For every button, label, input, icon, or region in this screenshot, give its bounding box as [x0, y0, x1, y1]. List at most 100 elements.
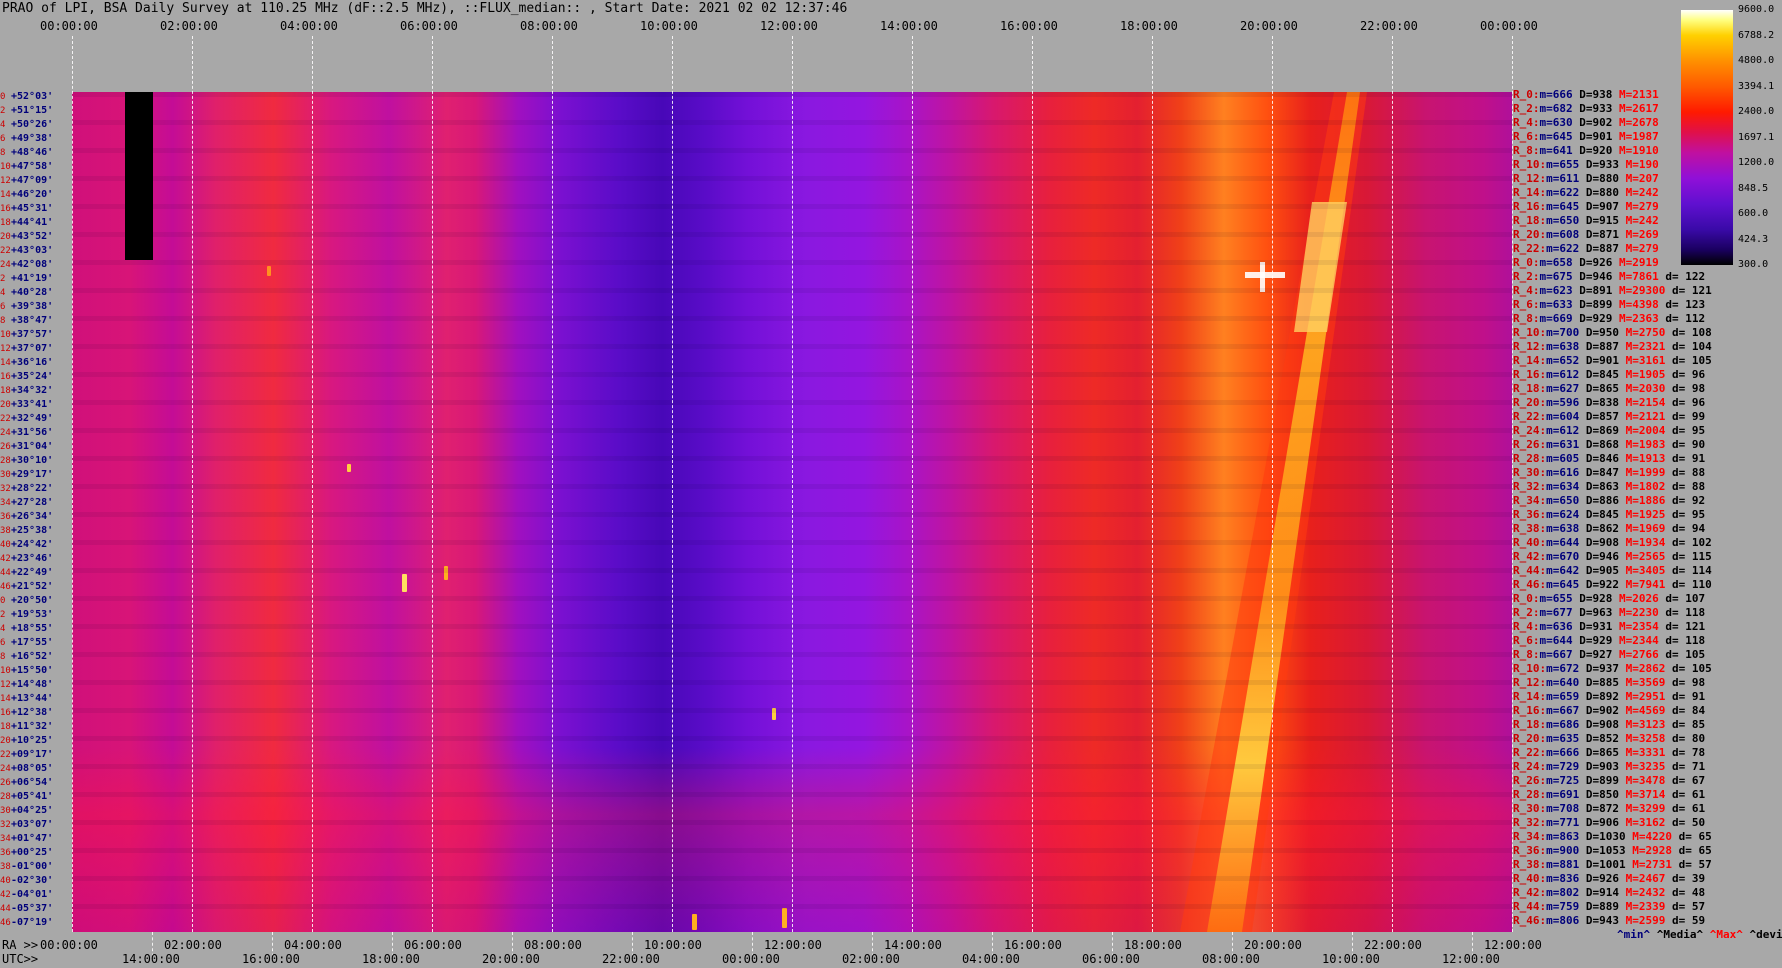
stat-row: R_10:m=700 D=950 M=2750 d= 108: [1513, 326, 1712, 340]
stat-row-name: R_2:: [1513, 606, 1540, 619]
stat-row-name: R_46:: [1513, 914, 1547, 927]
stat-min: m=806: [1546, 914, 1586, 927]
declination-value: +32°49': [11, 413, 54, 424]
stat-min: m=616: [1546, 466, 1586, 479]
declination-index: 44: [0, 904, 11, 914]
stat-min: m=627: [1546, 382, 1586, 395]
stat-row-name: R_12:: [1513, 340, 1547, 353]
stat-row-name: R_4:: [1513, 620, 1540, 633]
stat-devia: d= 61: [1671, 788, 1706, 801]
stat-max: M=4569: [1625, 704, 1672, 717]
bright-spot: [782, 908, 787, 928]
declination-value: +16°52': [11, 651, 54, 662]
declination-index: 34: [0, 498, 11, 508]
stat-median: D=891: [1579, 284, 1619, 297]
stat-devia: d= 98: [1671, 676, 1706, 689]
stat-devia: d= 107: [1665, 592, 1706, 605]
colorbar-tick: 848.5: [1738, 182, 1769, 194]
stats-legend: ^min^ ^Media^ ^Max^ ^devia^: [1617, 928, 1782, 941]
stat-row-name: R_28:: [1513, 788, 1547, 801]
stat-max: M=1802: [1625, 480, 1672, 493]
stat-row: R_20:m=635 D=852 M=3258 d= 80: [1513, 732, 1705, 746]
stat-row: R_42:m=670 D=946 M=2565 d= 115: [1513, 550, 1712, 564]
declination-index: 28: [0, 456, 11, 466]
stat-row-name: R_44:: [1513, 564, 1547, 577]
declination-index: 14: [0, 190, 11, 200]
stat-devia: d= 57: [1678, 858, 1712, 871]
gridline: [552, 36, 553, 932]
utc-axis-tick: 12:00:00: [1442, 952, 1500, 966]
declination-index: 24: [0, 764, 11, 774]
stat-row-name: R_24:: [1513, 424, 1547, 437]
stat-row: R_22:m=622 D=887 M=279: [1513, 242, 1659, 256]
stat-row-name: R_42:: [1513, 550, 1547, 563]
stat-row-name: R_36:: [1513, 844, 1547, 857]
stat-min: m=682: [1539, 102, 1580, 115]
stat-median: D=850: [1585, 788, 1626, 801]
declination-value: +25°38': [11, 525, 54, 536]
stat-row-name: R_30:: [1513, 466, 1547, 479]
utc-axis-tick: 02:00:00: [842, 952, 900, 966]
stat-median: D=862: [1585, 522, 1626, 535]
stat-median: D=906: [1585, 816, 1626, 829]
stat-min: m=655: [1546, 158, 1586, 171]
ra-axis-label: RA >>: [2, 938, 39, 952]
declination-label: 8 +38°47': [0, 314, 53, 328]
declination-label: 6 +49°38': [0, 132, 53, 146]
stat-row: R_26:m=725 D=899 M=3478 d= 67: [1513, 774, 1705, 788]
stat-row: R_8:m=667 D=927 M=2766 d= 105: [1513, 648, 1705, 662]
declination-label: 40-02°30': [0, 874, 53, 888]
utc-axis-tick: 06:00:00: [1082, 952, 1140, 966]
declination-index: 4: [0, 288, 6, 298]
stat-devia: d= 98: [1671, 382, 1706, 395]
stat-median: D=937: [1585, 662, 1626, 675]
bright-spot: [402, 574, 407, 592]
stat-max: M=3161: [1625, 354, 1672, 367]
stat-max: M=2131: [1619, 88, 1659, 101]
declination-label: 12+47°09': [0, 174, 53, 188]
declination-value: +39°38': [11, 301, 54, 312]
stat-min: m=802: [1546, 886, 1586, 899]
stat-row: R_26:m=631 D=868 M=1983 d= 90: [1513, 438, 1705, 452]
stat-median: D=931: [1579, 620, 1619, 633]
utc-axis-tick: 04:00:00: [962, 952, 1020, 966]
stat-median: D=846: [1585, 452, 1626, 465]
stat-median: D=868: [1585, 438, 1626, 451]
stat-max: M=2928: [1632, 844, 1679, 857]
declination-label: 14+46°20': [0, 188, 53, 202]
top-axis-tick: 00:00:00: [1480, 19, 1538, 33]
stat-max: M=2121: [1625, 410, 1672, 423]
stat-row-name: R_36:: [1513, 508, 1547, 521]
stat-min: m=631: [1546, 438, 1586, 451]
stat-min: m=604: [1546, 410, 1586, 423]
stat-median: D=902: [1585, 704, 1626, 717]
stat-devia: d= 96: [1671, 396, 1706, 409]
stat-median: D=865: [1585, 382, 1626, 395]
stat-row: R_4:m=623 D=891 M=29300 d= 121: [1513, 284, 1712, 298]
gridline: [432, 36, 433, 932]
gridline: [912, 36, 913, 932]
stat-devia: d= 99: [1671, 410, 1706, 423]
stat-median: D=1053: [1585, 844, 1633, 857]
stat-min: m=672: [1546, 662, 1586, 675]
declination-label: 18+44°41': [0, 216, 53, 230]
declination-label: 40+24°42': [0, 538, 53, 552]
declination-label: 38+25°38': [0, 524, 53, 538]
stat-devia: d= 104: [1671, 340, 1712, 353]
top-axis-tick: 06:00:00: [400, 19, 458, 33]
stat-median: D=903: [1585, 760, 1626, 773]
stat-max: M=2154: [1625, 396, 1672, 409]
utc-axis-label: UTC>>: [2, 952, 39, 966]
legend-min: ^min^: [1617, 928, 1651, 941]
stat-row-name: R_40:: [1513, 536, 1547, 549]
bright-spot: [267, 266, 271, 276]
stat-max: M=2862: [1625, 662, 1672, 675]
legend-max: ^Max^: [1709, 928, 1743, 941]
top-axis-tick: 08:00:00: [520, 19, 578, 33]
colorbar-tick: 3394.1: [1738, 80, 1775, 92]
stat-min: m=638: [1546, 340, 1586, 353]
declination-index: 6: [0, 134, 6, 144]
declination-index: 10: [0, 666, 11, 676]
stat-min: m=686: [1546, 718, 1586, 731]
top-axis-tick: 16:00:00: [1000, 19, 1058, 33]
